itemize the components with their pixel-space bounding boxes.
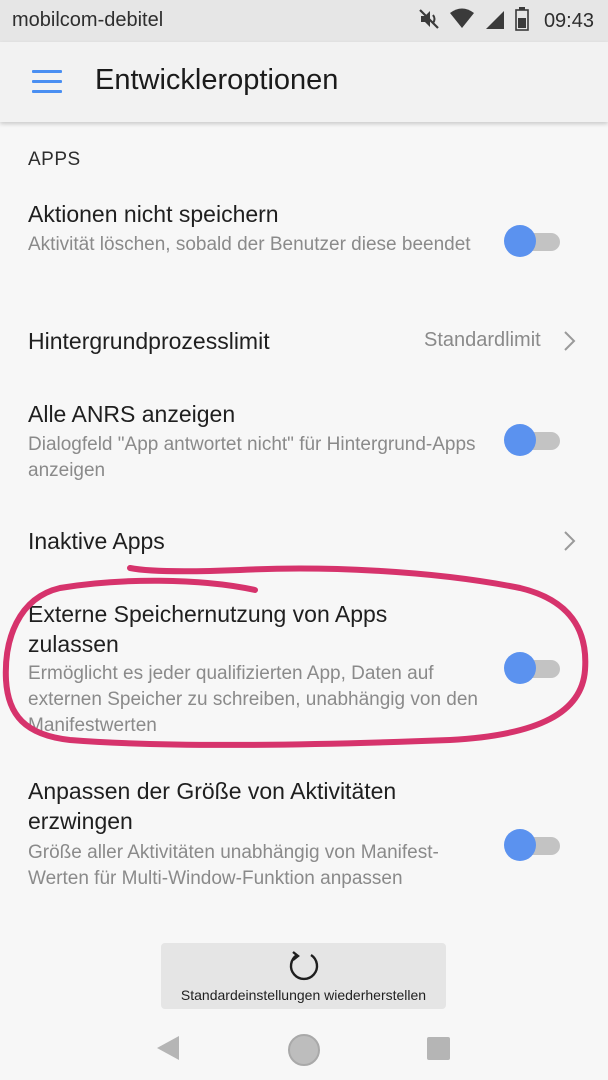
status-icons: 09:43 (418, 6, 594, 36)
signal-icon (484, 8, 506, 35)
chevron-right-icon (562, 529, 578, 553)
toggle-switch[interactable] (502, 828, 560, 862)
setting-value: Standardlimit (424, 329, 541, 351)
reset-icon (287, 949, 321, 983)
settings-list: APPS Aktionen nicht speichern Aktivität … (0, 122, 608, 1080)
recents-icon[interactable] (426, 1036, 451, 1061)
toggle-switch[interactable] (502, 651, 560, 685)
setting-title: Inaktive Apps (28, 528, 165, 554)
hamburger-menu-icon[interactable] (32, 70, 62, 94)
toggle-switch[interactable] (502, 423, 560, 457)
setting-title: Aktionen nicht speichern (28, 201, 279, 227)
reset-defaults-button[interactable]: Standardeinstellungen wiederherstellen (161, 943, 446, 1009)
app-bar: Entwickleroptionen (0, 42, 608, 122)
setting-title: Alle ANRS anzeigen (28, 401, 236, 427)
wifi-icon (449, 8, 475, 35)
carrier-name: mobilcom-debitel (12, 9, 164, 31)
reset-defaults-label: Standardeinstellungen wiederherstellen (180, 987, 427, 1003)
setting-externe-speichernutzung[interactable]: Externe Speichernutzung von Apps zulasse… (0, 597, 608, 747)
status-bar: mobilcom-debitel 09:43 (0, 0, 608, 42)
toggle-thumb (504, 424, 536, 456)
back-icon[interactable] (155, 1034, 181, 1062)
mute-icon (418, 8, 440, 35)
navigation-bar (0, 1016, 608, 1080)
page-title: Entwickleroptionen (95, 64, 339, 96)
setting-subtitle: Ermöglicht es jeder qualifizierten App, … (28, 663, 478, 736)
setting-subtitle: Dialogfeld "App antwortet nicht" für Hin… (28, 434, 476, 481)
toggle-thumb (504, 829, 536, 861)
setting-title: Anpassen der Größe von Aktivitäten erzwi… (28, 778, 397, 834)
chevron-right-icon (562, 329, 578, 353)
home-icon[interactable] (287, 1033, 321, 1067)
setting-alle-anrs-anzeigen[interactable]: Alle ANRS anzeigen Dialogfeld "App antwo… (0, 394, 608, 494)
setting-inaktive-apps[interactable]: Inaktive Apps (0, 522, 608, 562)
toggle-thumb (504, 652, 536, 684)
battery-icon (515, 6, 529, 36)
setting-title: Hintergrundprozesslimit (28, 328, 270, 354)
setting-groesse-aktivitaeten-erzwingen[interactable]: Anpassen der Größe von Aktivitäten erzwi… (0, 774, 608, 924)
setting-hintergrundprozesslimit[interactable]: Hintergrundprozesslimit Standardlimit (0, 322, 608, 362)
setting-aktionen-nicht-speichern[interactable]: Aktionen nicht speichern Aktivität lösch… (0, 194, 608, 294)
setting-title: Externe Speichernutzung von Apps zulasse… (28, 601, 388, 657)
screen: mobilcom-debitel 09:43 Entwickleroptione… (0, 0, 608, 1080)
section-header-apps: APPS (28, 149, 81, 170)
toggle-switch[interactable] (502, 224, 560, 258)
setting-subtitle: Größe aller Aktivitäten unabhängig von M… (28, 842, 439, 889)
status-time: 09:43 (543, 9, 594, 32)
toggle-thumb (504, 225, 536, 257)
setting-subtitle: Aktivität löschen, sobald der Benutzer d… (28, 234, 471, 255)
